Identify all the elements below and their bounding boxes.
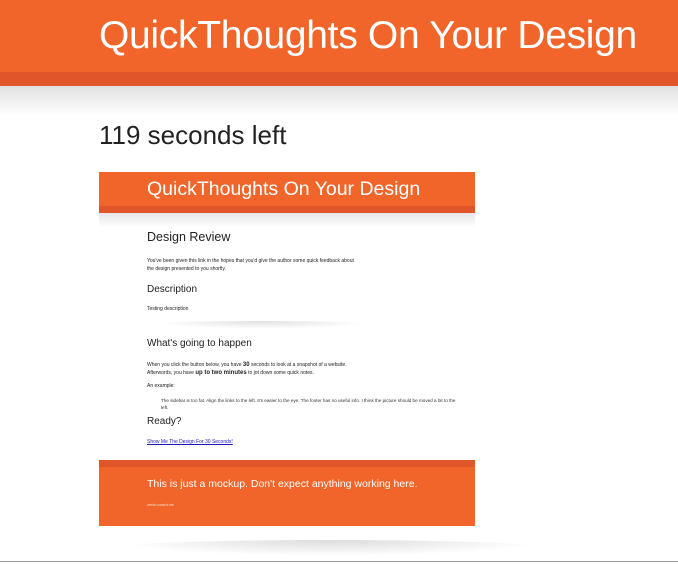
whats-going-heading: What's going to happen [147, 338, 252, 349]
footer-small-text: zenlo.com/x.ee [147, 502, 174, 507]
design-review-text-line2: the design presented to you shortly. [147, 266, 226, 272]
snapshot-footer: This is just a mockup. Don't expect anyt… [99, 467, 475, 526]
page-header: QuickThoughts On Your Design [0, 0, 678, 72]
page-title: QuickThoughts On Your Design [99, 14, 637, 57]
footer-note: This is just a mockup. Don't expect anyt… [147, 478, 418, 490]
whats-going-line1: When you click the button below, you hav… [147, 362, 347, 368]
snapshot-footer-stripe [99, 460, 475, 467]
design-review-text-line1: You've been given this link in the hopes… [147, 258, 354, 264]
ready-heading: Ready? [147, 416, 182, 427]
snapshot-header: QuickThoughts On Your Design [99, 172, 475, 206]
design-snapshot: QuickThoughts On Your Design Design Revi… [99, 172, 475, 526]
bottom-divider [0, 561, 678, 562]
countdown-timer: 119 seconds left [99, 120, 287, 150]
snapshot-header-shadow [99, 213, 475, 227]
bottom-shadow [110, 540, 550, 556]
show-design-link[interactable]: Show Me The Design For 30 Seconds! [147, 439, 233, 445]
example-label: An example: [147, 383, 175, 389]
description-text: Testing description [147, 306, 189, 312]
example-quote: The sidebar is too fat. Align the links … [161, 398, 456, 410]
design-review-heading: Design Review [147, 230, 231, 244]
snapshot-header-stripe [99, 206, 475, 213]
snapshot-title: QuickThoughts On Your Design [147, 178, 421, 200]
whats-going-line2: Afterwords, you have up to two minutes t… [147, 370, 314, 376]
header-shadow [0, 86, 678, 116]
description-heading: Description [147, 284, 198, 295]
header-stripe [0, 72, 678, 86]
section-shadow [147, 321, 377, 329]
